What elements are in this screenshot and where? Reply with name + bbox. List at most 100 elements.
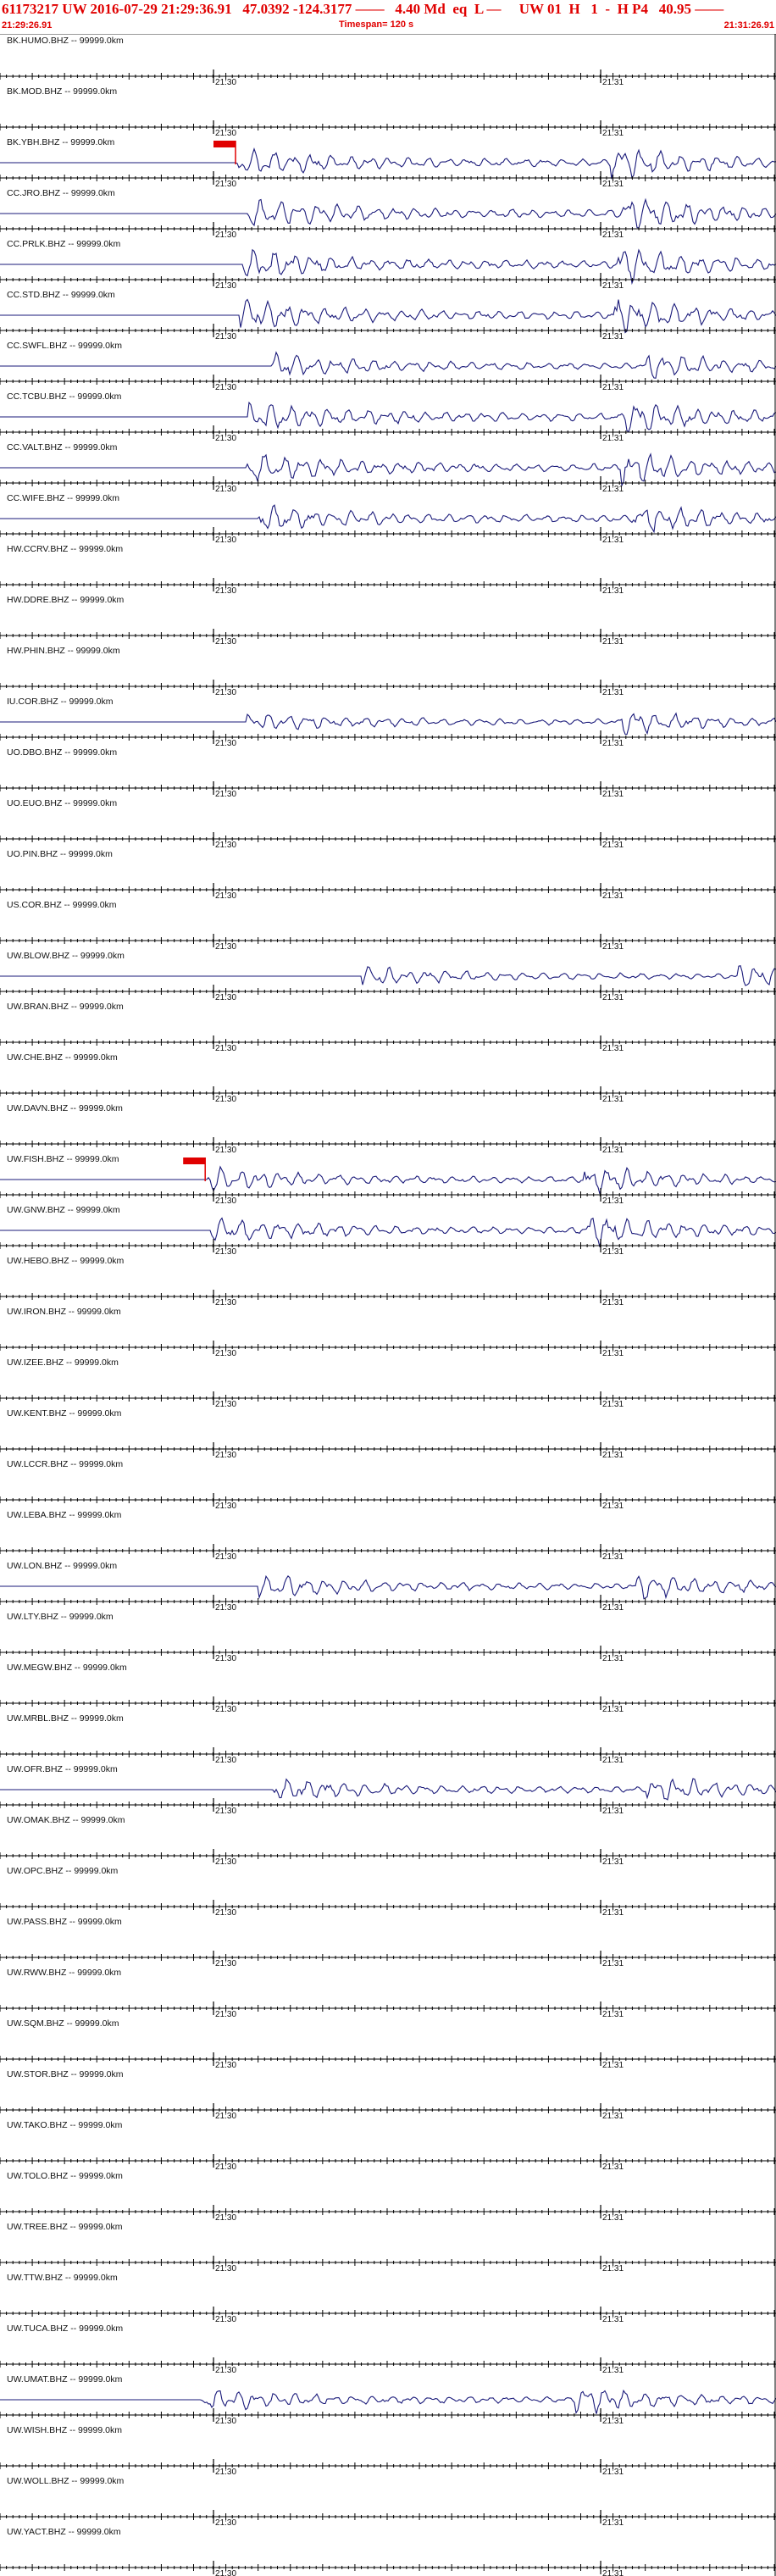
station-label: UW.OFR.BHZ -- 99999.0km: [7, 1764, 118, 1774]
axis-tick-label: 21:31: [602, 1552, 624, 1562]
axis-tick-label: 21:31: [602, 434, 624, 443]
trace-panel: UW.BRAN.BHZ -- 99999.0km 21:30 21:31: [0, 1000, 776, 1053]
station-label: UW.KENT.BHZ -- 99999.0km: [7, 1408, 122, 1418]
axis-tick-label: 21:30: [215, 790, 236, 799]
station-label: UO.EUO.BHZ -- 99999.0km: [7, 798, 117, 808]
station-label: CC.WIFE.BHZ -- 99999.0km: [7, 493, 119, 503]
trace-panel: BK.MOD.BHZ -- 99999.0km 21:30 21:31: [0, 85, 776, 138]
axis-tick-label: 21:31: [602, 1044, 624, 1053]
trace-panel: UW.LEBA.BHZ -- 99999.0km 21:30 21:31: [0, 1508, 776, 1562]
trace-panel: US.COR.BHZ -- 99999.0km 21:30 21:31: [0, 898, 776, 952]
pick-flag: [213, 141, 236, 147]
axis-tick-label: 21:30: [215, 1908, 236, 1918]
axis-tick-label: 21:30: [215, 281, 236, 291]
axis-tick-label: 21:31: [602, 485, 624, 494]
station-label: CC.TCBU.BHZ -- 99999.0km: [7, 391, 122, 402]
axis-tick-label: 21:30: [215, 1756, 236, 1765]
trace-panel: IU.COR.BHZ -- 99999.0km 21:30 21:31: [0, 695, 776, 748]
axis-tick-label: 21:30: [215, 1349, 236, 1358]
waveform: [0, 351, 776, 379]
trace-panel: UW.IRON.BHZ -- 99999.0km 21:30 21:31: [0, 1305, 776, 1358]
trace-panel: UO.DBO.BHZ -- 99999.0km 21:30 21:31: [0, 746, 776, 799]
waveform: [0, 504, 776, 534]
axis-tick-label: 21:30: [215, 1603, 236, 1613]
axis-tick-label: 21:30: [215, 434, 236, 443]
station-label: HW.CCRV.BHZ -- 99999.0km: [7, 544, 123, 554]
axis-tick-label: 21:30: [215, 1451, 236, 1460]
station-label: UW.GNW.BHZ -- 99999.0km: [7, 1205, 120, 1215]
axis-tick-label: 21:31: [602, 790, 624, 799]
station-label: CC.SWFL.BHZ -- 99999.0km: [7, 341, 122, 351]
station-label: HW.PHIN.BHZ -- 99999.0km: [7, 646, 120, 656]
start-time-label: 21:29:26.91: [2, 20, 53, 31]
axis-tick-label: 21:31: [602, 1349, 624, 1358]
axis-tick-label: 21:30: [215, 942, 236, 952]
station-label: CC.JRO.BHZ -- 99999.0km: [7, 188, 115, 198]
axis-tick-label: 21:31: [602, 739, 624, 748]
axis-tick-label: 21:31: [602, 1400, 624, 1409]
trace-panel: BK.HUMO.BHZ -- 99999.0km 21:30 21:31: [0, 34, 776, 87]
axis-tick-label: 21:30: [215, 1857, 236, 1867]
axis-tick-label: 21:31: [602, 1959, 624, 1968]
axis-tick-label: 21:30: [215, 1298, 236, 1307]
axis-tick-label: 21:30: [215, 1552, 236, 1562]
axis-tick-label: 21:31: [602, 129, 624, 138]
axis-tick-label: 21:31: [602, 536, 624, 545]
axis-tick-label: 21:31: [602, 1756, 624, 1765]
station-label: UW.BLOW.BHZ -- 99999.0km: [7, 951, 125, 961]
station-label: UW.BRAN.BHZ -- 99999.0km: [7, 1002, 124, 1012]
axis-tick-label: 21:30: [215, 1146, 236, 1155]
axis-tick-label: 21:31: [602, 281, 624, 291]
axis-tick-label: 21:31: [602, 1705, 624, 1714]
station-label: BK.YBH.BHZ -- 99999.0km: [7, 137, 114, 147]
station-label: HW.DDRE.BHZ -- 99999.0km: [7, 595, 125, 605]
waveform: [0, 1165, 776, 1194]
axis-tick-label: 21:31: [602, 230, 624, 240]
trace-panel: CC.SWFL.BHZ -- 99999.0km 21:30 21:31: [0, 339, 776, 392]
axis-tick-label: 21:31: [602, 180, 624, 189]
trace-panel: UW.GNW.BHZ -- 99999.0km 21:30 21:31: [0, 1203, 776, 1257]
station-label: UW.CHE.BHZ -- 99999.0km: [7, 1052, 118, 1063]
timespan-label: Timespan= 120 s: [339, 19, 414, 30]
axis-tick-label: 21:31: [602, 891, 624, 901]
axis-tick-label: 21:31: [602, 1908, 624, 1918]
waveform: [0, 1778, 776, 1801]
axis-tick-label: 21:31: [602, 1502, 624, 1511]
axis-tick-label: 21:31: [602, 1857, 624, 1867]
axis-tick-label: 21:30: [215, 1959, 236, 1968]
trace-panel: HW.PHIN.BHZ -- 99999.0km 21:30 21:31: [0, 644, 776, 697]
station-label: UW.LEBA.BHZ -- 99999.0km: [7, 1510, 122, 1520]
axis-tick-label: 21:30: [215, 383, 236, 392]
axis-tick-label: 21:31: [602, 78, 624, 87]
station-label: CC.VALT.BHZ -- 99999.0km: [7, 442, 118, 452]
axis-tick-label: 21:30: [215, 637, 236, 647]
waveform: [0, 965, 776, 986]
axis-tick-label: 21:31: [602, 1247, 624, 1257]
trace-panel: UW.MEGW.BHZ -- 99999.0km 21:30 21:31: [0, 1661, 776, 1714]
trace-panel: UW.HEBO.BHZ -- 99999.0km 21:30 21:31: [0, 1254, 776, 1307]
axis-tick-label: 21:31: [602, 993, 624, 1002]
axis-tick-label: 21:30: [215, 1705, 236, 1714]
axis-tick-label: 21:30: [215, 129, 236, 138]
station-label: UW.MEGW.BHZ -- 99999.0km: [7, 1663, 127, 1673]
axis-tick-label: 21:30: [215, 688, 236, 697]
axis-tick-label: 21:31: [602, 1146, 624, 1155]
trace-panel: CC.TCBU.BHZ -- 99999.0km 21:30 21:31: [0, 390, 776, 443]
station-label: BK.MOD.BHZ -- 99999.0km: [7, 86, 117, 97]
waveform: [0, 712, 776, 736]
axis-tick-label: 21:30: [215, 78, 236, 87]
trace-panel: CC.VALT.BHZ -- 99999.0km 21:30 21:31: [0, 441, 776, 494]
trace-panel: UW.KENT.BHZ -- 99999.0km 21:30 21:31: [0, 1407, 776, 1460]
axis-tick-label: 21:30: [215, 230, 236, 240]
axis-tick-label: 21:30: [215, 1654, 236, 1663]
trace-panel: UW.RWW.BHZ -- 99999.0km21:30 21:31: [0, 1966, 776, 2019]
trace-panel: HW.CCRV.BHZ -- 99999.0km 21:30 21:31: [0, 542, 776, 596]
station-label: UW.MRBL.BHZ -- 99999.0km: [7, 1713, 124, 1724]
axis-tick-label: 21:31: [602, 637, 624, 647]
trace-panel: UW.CHE.BHZ -- 99999.0km 21:30 21:31: [0, 1051, 776, 1104]
station-label: UO.DBO.BHZ -- 99999.0km: [7, 747, 117, 758]
axis-tick-label: 21:30: [215, 1400, 236, 1409]
waveform: [0, 401, 776, 433]
station-label: UW.OMAK.BHZ -- 99999.0km: [7, 1815, 125, 1825]
trace-panel: HW.DDRE.BHZ -- 99999.0km 21:30 21:31: [0, 593, 776, 647]
